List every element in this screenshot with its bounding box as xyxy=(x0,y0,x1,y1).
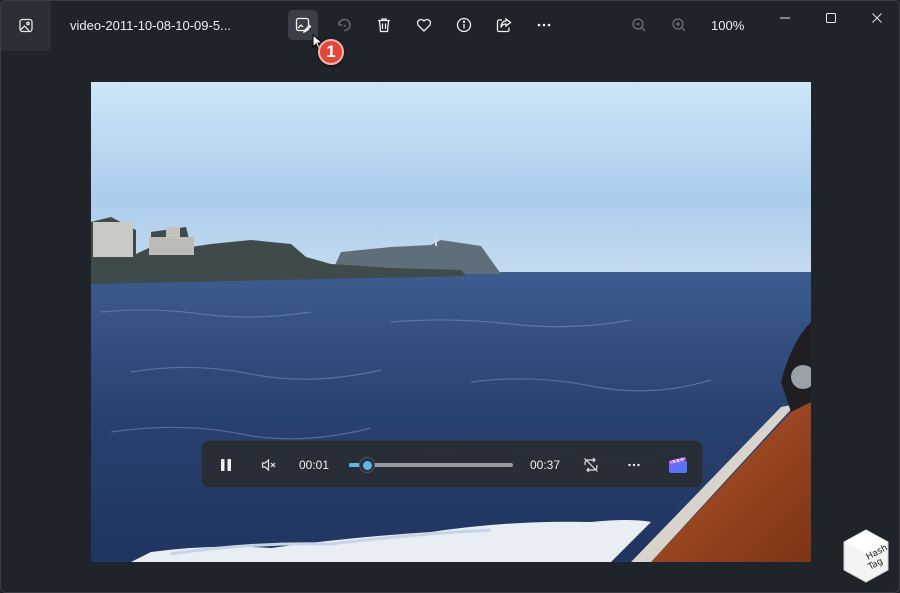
clipchamp-icon xyxy=(669,457,687,473)
rotate-button[interactable] xyxy=(329,10,359,40)
video-player-controls: 00:01 00:37 xyxy=(201,440,703,488)
maximize-button[interactable] xyxy=(809,1,853,35)
info-button[interactable] xyxy=(449,10,479,40)
minimize-icon xyxy=(780,17,790,19)
zoom-level[interactable]: 100% xyxy=(711,18,744,33)
edit-image-icon xyxy=(295,17,312,34)
more-button[interactable] xyxy=(529,10,559,40)
info-icon xyxy=(456,17,472,33)
repeat-off-icon xyxy=(584,457,598,473)
more-icon xyxy=(628,463,640,467)
hashtag-watermark-logo: Hash Tag xyxy=(841,528,891,584)
seek-bar[interactable] xyxy=(349,457,513,473)
close-icon xyxy=(872,13,882,23)
video-content xyxy=(91,82,811,562)
share-button[interactable] xyxy=(489,10,519,40)
seek-thumb[interactable] xyxy=(359,457,375,473)
mute-button[interactable] xyxy=(257,453,281,477)
total-time: 00:37 xyxy=(530,458,561,472)
zoom-in-button[interactable] xyxy=(664,10,694,40)
volume-muted-icon xyxy=(261,458,276,472)
minimize-button[interactable] xyxy=(763,1,807,35)
heart-icon xyxy=(416,18,432,32)
current-time: 00:01 xyxy=(299,458,330,472)
pause-button[interactable] xyxy=(214,453,238,477)
zoom-out-button[interactable] xyxy=(624,10,654,40)
rotate-icon xyxy=(338,18,351,32)
gallery-icon xyxy=(19,18,33,33)
more-icon xyxy=(537,23,551,27)
gallery-button[interactable] xyxy=(1,1,51,51)
window-title: video-2011-10-08-10-09-5... xyxy=(70,18,231,33)
maximize-icon xyxy=(826,13,836,23)
video-frame[interactable] xyxy=(91,82,811,562)
delete-icon xyxy=(378,18,390,33)
player-more-button[interactable] xyxy=(622,453,646,477)
close-button[interactable] xyxy=(855,1,899,35)
title-bar: video-2011-10-08-10-09-5... 100% xyxy=(1,1,899,51)
repeat-button[interactable] xyxy=(579,453,603,477)
delete-button[interactable] xyxy=(369,10,399,40)
share-icon xyxy=(496,17,512,33)
favorite-button[interactable] xyxy=(409,10,439,40)
photos-app-window: video-2011-10-08-10-09-5... 100% 1 00:01… xyxy=(0,0,900,593)
clipchamp-button[interactable] xyxy=(666,453,690,477)
pause-icon xyxy=(221,459,231,471)
zoom-in-icon xyxy=(672,18,686,32)
zoom-out-icon xyxy=(632,18,646,32)
step-badge: 1 xyxy=(318,39,344,65)
